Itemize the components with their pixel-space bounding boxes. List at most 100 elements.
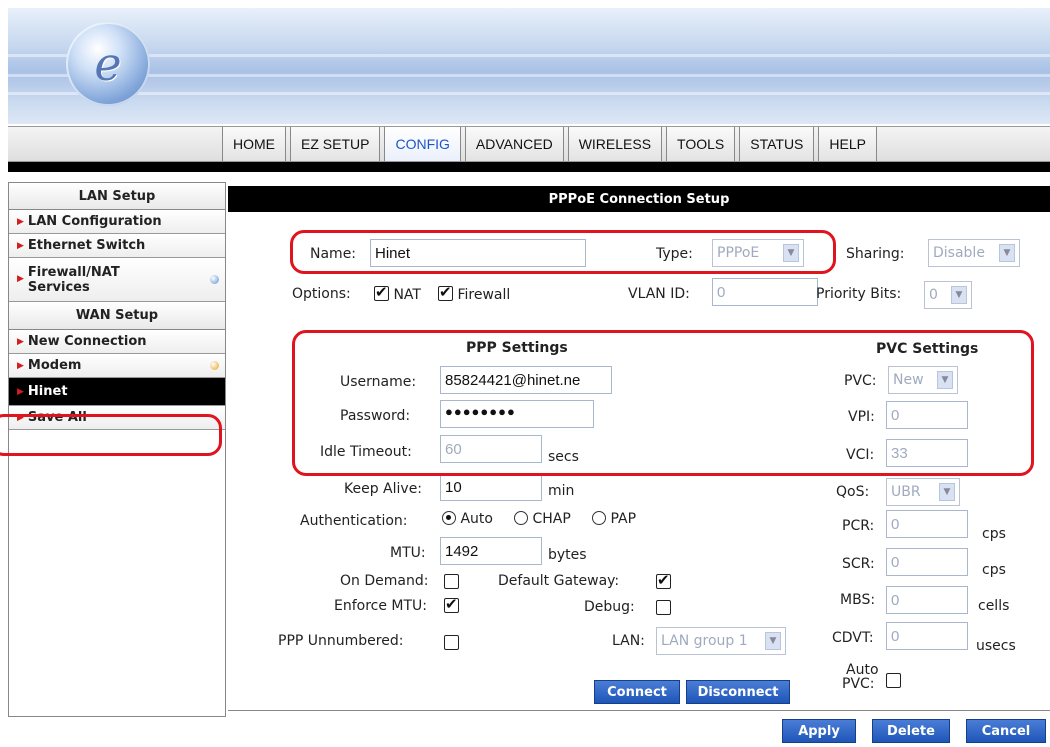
enforce-mtu-checkbox[interactable] <box>444 595 459 613</box>
tab-ez-setup[interactable]: EZ SETUP <box>290 127 381 161</box>
auth-pap-label: PAP <box>610 511 637 527</box>
tab-tools[interactable]: TOOLS <box>666 127 736 161</box>
cancel-button[interactable]: Cancel <box>966 719 1046 743</box>
auth-chap-label: CHAP <box>532 511 571 527</box>
enforce-mtu-label: Enforce MTU: <box>334 598 428 614</box>
qos-select[interactable]: UBR ▼ <box>886 478 960 506</box>
banner-stripe <box>8 92 1050 95</box>
tab-config[interactable]: CONFIG <box>384 127 461 161</box>
tab-advanced[interactable]: ADVANCED <box>464 127 564 161</box>
cdvt-input[interactable] <box>886 622 968 650</box>
priority-bits-label: Priority Bits: <box>816 286 902 302</box>
auth-auto-option: Auto <box>442 511 493 527</box>
arrow-right-icon: ▶ <box>17 216 24 227</box>
nat-option: NAT <box>374 283 421 303</box>
sidebar-item-ethernet-switch[interactable]: ▶ Ethernet Switch <box>9 234 225 258</box>
logo-letter: e <box>94 37 122 91</box>
bottom-divider <box>228 710 1050 711</box>
banner-stripe <box>8 54 1050 57</box>
lan-group-value: LAN group 1 <box>661 633 748 649</box>
sidebar-item-label: Hinet <box>27 384 68 399</box>
arrow-right-icon: ▶ <box>17 240 24 251</box>
firewall-checkbox[interactable] <box>438 283 453 301</box>
sidebar-item-label: Ethernet Switch <box>27 238 146 253</box>
debug-checkbox[interactable] <box>656 600 671 615</box>
highlight-box-hinet <box>0 414 222 456</box>
sidebar-header-wan: WAN Setup <box>9 302 225 330</box>
lan-group-select[interactable]: LAN group 1 ▼ <box>656 627 786 655</box>
page-title: PPPoE Connection Setup <box>228 186 1050 212</box>
sidebar-item-lan-configuration[interactable]: ▶ LAN Configuration <box>9 210 225 234</box>
keep-alive-input[interactable] <box>440 473 542 501</box>
ppp-unnumbered-checkbox[interactable] <box>444 635 459 650</box>
mtu-label: MTU: <box>390 545 426 561</box>
auto-pvc-label-2: PVC: <box>842 676 875 692</box>
header-banner: e <box>8 8 1050 124</box>
sidebar-item-modem[interactable]: ▶ Modem <box>9 354 225 378</box>
sidebar-item-hinet[interactable]: ▶ Hinet <box>9 378 225 406</box>
tab-home[interactable]: HOME <box>222 127 286 161</box>
nat-checkbox[interactable] <box>374 283 389 301</box>
menu-underline <box>8 162 1050 172</box>
priority-bits-value: 0 <box>929 287 938 303</box>
sharing-select[interactable]: Disable ▼ <box>928 239 1020 267</box>
qos-select-value: UBR <box>891 484 921 500</box>
auth-auto-label: Auto <box>460 511 493 527</box>
keep-alive-label: Keep Alive: <box>344 481 423 497</box>
auth-auto-radio[interactable] <box>442 511 456 525</box>
authentication-label: Authentication: <box>300 513 408 529</box>
debug-label: Debug: <box>584 599 635 615</box>
auth-pap-radio[interactable] <box>592 511 606 525</box>
tab-status[interactable]: STATUS <box>739 127 815 161</box>
apply-button[interactable]: Apply <box>782 719 856 743</box>
default-gateway-checkbox[interactable] <box>656 571 671 589</box>
arrow-right-icon: ▶ <box>17 336 24 347</box>
sidebar-item-label: LAN Configuration <box>27 214 162 229</box>
connect-button[interactable]: Connect <box>594 680 680 704</box>
auto-pvc-label-1: Auto <box>846 662 879 678</box>
expand-dot-icon <box>210 275 219 284</box>
scr-unit: cps <box>982 562 1006 578</box>
delete-button[interactable]: Delete <box>872 719 950 743</box>
sidebar-item-firewall-nat[interactable]: ▶ Firewall/NAT Services <box>9 258 225 302</box>
on-demand-label: On Demand: <box>340 573 429 589</box>
firewall-label: Firewall <box>457 287 511 303</box>
tab-help[interactable]: HELP <box>818 127 877 161</box>
highlight-box-ppp-pvc <box>292 330 1034 476</box>
auto-pvc-checkbox[interactable] <box>886 673 901 688</box>
default-gateway-label: Default Gateway: <box>498 573 620 589</box>
expand-dot-icon <box>210 361 219 370</box>
chevron-down-icon: ▼ <box>765 632 781 650</box>
main-nav: HOME EZ SETUP CONFIG ADVANCED WIRELESS T… <box>222 127 881 161</box>
arrow-right-icon: ▶ <box>17 386 24 397</box>
cdvt-unit: usecs <box>976 638 1016 654</box>
tab-wireless[interactable]: WIRELESS <box>567 127 663 161</box>
sidebar-header-lan: LAN Setup <box>9 182 225 210</box>
vlan-id-input[interactable] <box>712 278 818 306</box>
disconnect-button[interactable]: Disconnect <box>686 680 790 704</box>
vlan-id-label: VLAN ID: <box>628 286 690 302</box>
mtu-input[interactable] <box>440 537 542 565</box>
banner-stripe <box>8 74 1050 77</box>
sharing-select-value: Disable <box>933 245 985 261</box>
scr-input[interactable] <box>886 548 968 576</box>
mbs-input[interactable] <box>886 586 968 614</box>
arrow-right-icon: ▶ <box>17 274 24 284</box>
on-demand-checkbox[interactable] <box>444 574 459 589</box>
auth-chap-radio[interactable] <box>514 511 528 525</box>
sidebar-item-label: Firewall/NAT Services <box>27 264 120 295</box>
sidebar-item-label: New Connection <box>27 334 147 349</box>
sharing-label: Sharing: <box>846 246 905 262</box>
highlight-box-name-type <box>290 230 836 274</box>
pcr-unit: cps <box>982 526 1006 542</box>
lan-label: LAN: <box>612 633 645 649</box>
brand-logo[interactable]: e <box>66 22 150 106</box>
sidebar-item-new-connection[interactable]: ▶ New Connection <box>9 330 225 354</box>
chevron-down-icon: ▼ <box>939 483 955 501</box>
pcr-label: PCR: <box>842 518 875 534</box>
mbs-unit: cells <box>978 598 1010 614</box>
chevron-down-icon: ▼ <box>999 244 1015 262</box>
priority-bits-select[interactable]: 0 ▼ <box>924 281 972 309</box>
scr-label: SCR: <box>842 556 875 572</box>
pcr-input[interactable] <box>886 510 968 538</box>
